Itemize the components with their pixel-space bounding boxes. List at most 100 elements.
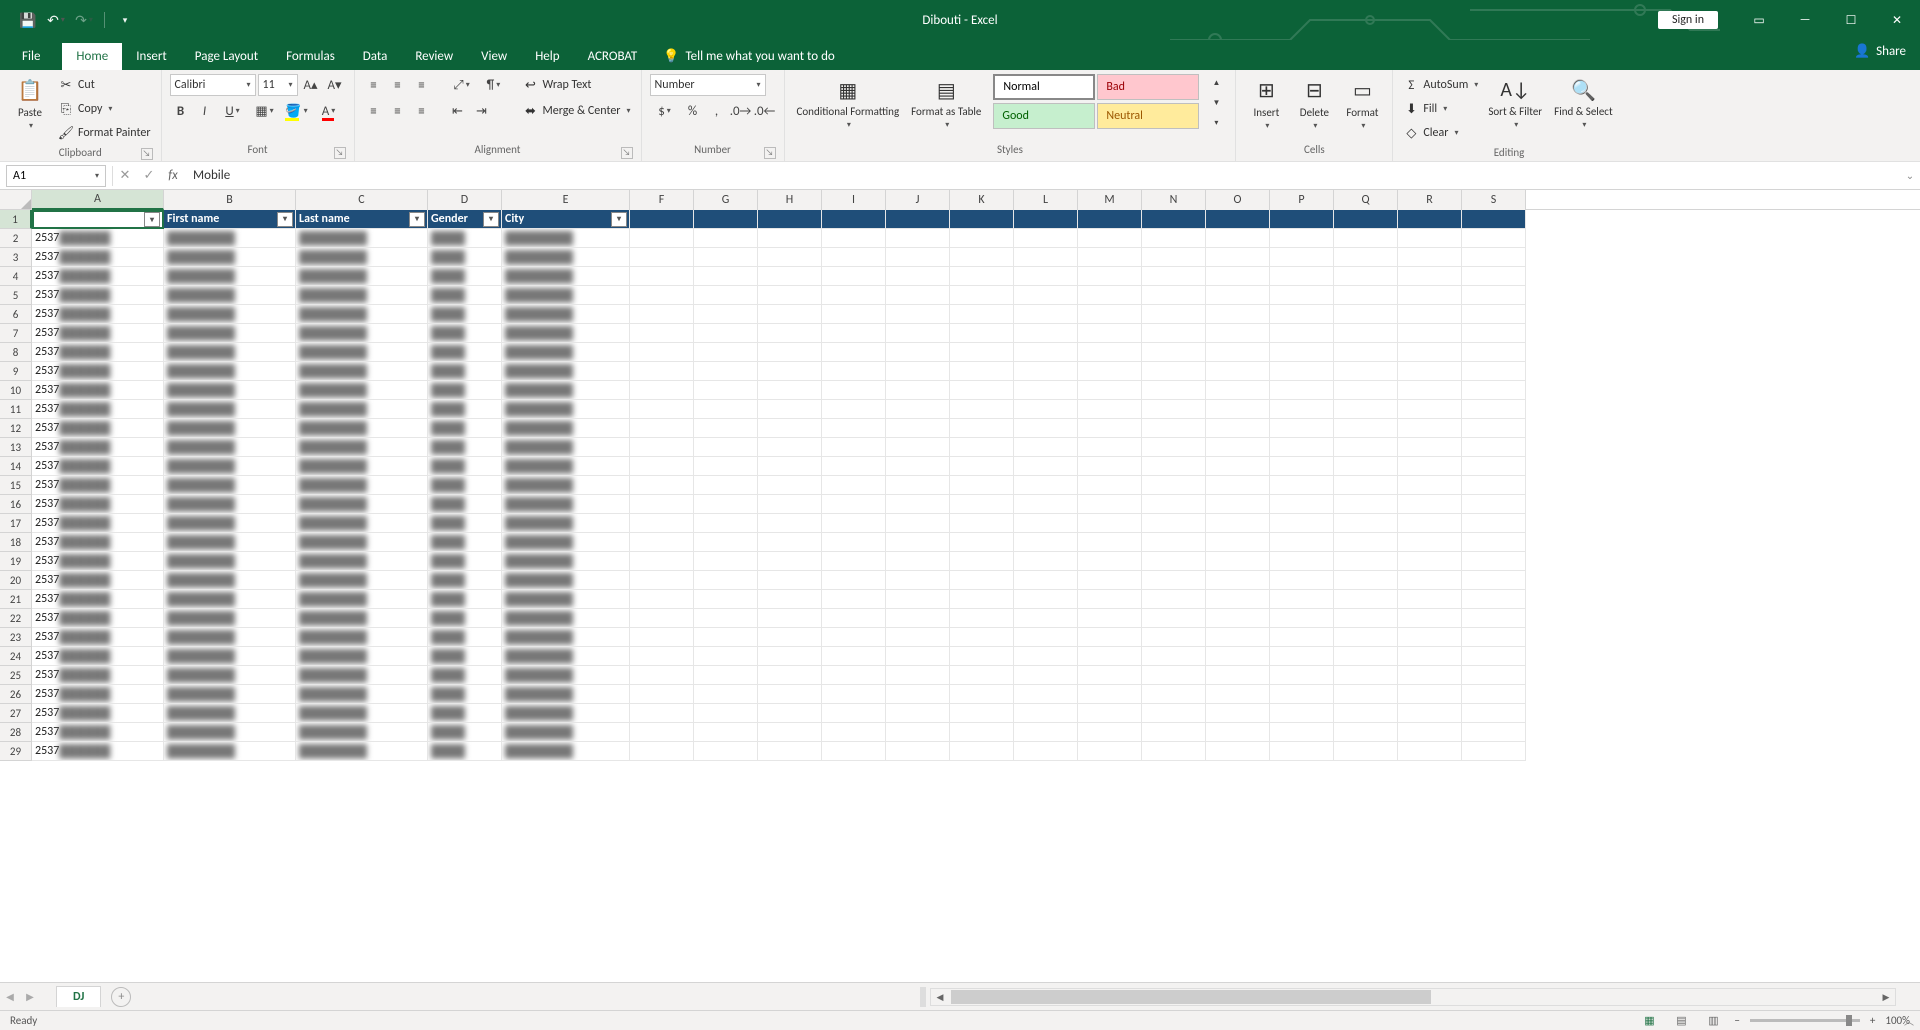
cell[interactable] <box>1078 419 1142 438</box>
cell[interactable] <box>1462 362 1526 381</box>
cell[interactable] <box>1142 248 1206 267</box>
row-header[interactable]: 4 <box>0 267 32 286</box>
comma-format-icon[interactable]: , <box>706 100 728 122</box>
paste-button[interactable]: 📋 Paste ▾ <box>8 74 52 133</box>
format-cells-button[interactable]: ▭Format▾ <box>1340 74 1384 133</box>
cell[interactable] <box>1206 457 1270 476</box>
collapse-ribbon-icon[interactable]: ︿ <box>1904 1013 1914 1028</box>
cancel-formula-icon[interactable]: ✕ <box>113 165 137 187</box>
cell[interactable]: ████████ <box>164 723 296 742</box>
cell[interactable]: ████████ <box>502 286 630 305</box>
cell[interactable] <box>886 324 950 343</box>
cell[interactable]: 2537██████ <box>32 324 164 343</box>
cell[interactable]: ████ <box>428 647 502 666</box>
cell[interactable] <box>1206 419 1270 438</box>
column-header-D[interactable]: D <box>428 190 502 210</box>
cell[interactable] <box>1334 229 1398 248</box>
cell[interactable] <box>886 552 950 571</box>
cell[interactable] <box>1078 210 1142 229</box>
cell[interactable] <box>630 685 694 704</box>
cell[interactable] <box>950 419 1014 438</box>
cell[interactable] <box>1014 495 1078 514</box>
cell[interactable] <box>1270 666 1334 685</box>
qat-customize-icon[interactable]: ▾ <box>117 12 133 28</box>
cell[interactable]: ████████ <box>502 419 630 438</box>
cell[interactable] <box>1206 742 1270 761</box>
cell[interactable] <box>1334 362 1398 381</box>
insert-function-icon[interactable]: fx <box>161 165 185 187</box>
cell[interactable]: ████████ <box>296 457 428 476</box>
cell[interactable] <box>822 666 886 685</box>
column-header-E[interactable]: E <box>502 190 630 210</box>
cell[interactable] <box>1206 324 1270 343</box>
cell[interactable] <box>1334 343 1398 362</box>
cell[interactable] <box>694 666 758 685</box>
cell[interactable]: ████████ <box>164 514 296 533</box>
cell[interactable] <box>1142 362 1206 381</box>
cell[interactable]: ████████ <box>296 533 428 552</box>
row-header[interactable]: 28 <box>0 723 32 742</box>
cell[interactable] <box>1270 400 1334 419</box>
cell[interactable] <box>822 419 886 438</box>
cell[interactable] <box>886 343 950 362</box>
cell[interactable] <box>630 628 694 647</box>
cell[interactable] <box>630 742 694 761</box>
cell[interactable]: 2537██████ <box>32 381 164 400</box>
cell[interactable]: ████████ <box>296 381 428 400</box>
column-header-A[interactable]: A <box>32 190 164 210</box>
cell[interactable] <box>1142 533 1206 552</box>
cell[interactable] <box>950 628 1014 647</box>
cell[interactable] <box>1078 685 1142 704</box>
copy-button[interactable]: ⎘Copy▾ <box>56 98 153 120</box>
cell[interactable] <box>694 248 758 267</box>
cell[interactable] <box>950 704 1014 723</box>
cell[interactable] <box>1078 248 1142 267</box>
cell[interactable]: 2537██████ <box>32 590 164 609</box>
cell[interactable]: ████████ <box>296 552 428 571</box>
cell[interactable] <box>758 267 822 286</box>
cell[interactable] <box>1142 438 1206 457</box>
cell[interactable] <box>630 343 694 362</box>
cell[interactable]: ████████ <box>296 571 428 590</box>
decrease-indent-icon[interactable]: ⇤ <box>447 100 469 122</box>
cell[interactable] <box>630 590 694 609</box>
cell[interactable] <box>1462 495 1526 514</box>
cell[interactable] <box>1462 229 1526 248</box>
cell[interactable] <box>758 210 822 229</box>
cell[interactable] <box>886 476 950 495</box>
cell[interactable] <box>1398 267 1462 286</box>
cell[interactable] <box>758 381 822 400</box>
accounting-format-icon[interactable]: $▾ <box>650 100 680 122</box>
cell[interactable]: 2537██████ <box>32 495 164 514</box>
cell[interactable]: ████████ <box>164 704 296 723</box>
spreadsheet-grid[interactable]: ABCDEFGHIJKLMNOPQRS 1Mobile▾First name▾L… <box>0 190 1920 982</box>
cell[interactable] <box>694 210 758 229</box>
cell[interactable] <box>1334 438 1398 457</box>
cell[interactable] <box>1078 343 1142 362</box>
cell[interactable] <box>1078 324 1142 343</box>
enter-formula-icon[interactable]: ✓ <box>137 165 161 187</box>
cell[interactable] <box>1142 305 1206 324</box>
cell[interactable] <box>1014 742 1078 761</box>
cell[interactable]: ████████ <box>502 742 630 761</box>
cell[interactable]: ████ <box>428 286 502 305</box>
cell[interactable]: ████████ <box>502 362 630 381</box>
cell[interactable]: 2537██████ <box>32 647 164 666</box>
cell[interactable] <box>1462 742 1526 761</box>
decrease-decimal-icon[interactable]: .0← <box>754 100 776 122</box>
cell[interactable] <box>822 248 886 267</box>
cell[interactable] <box>822 476 886 495</box>
sign-in-button[interactable]: Sign in <box>1658 11 1718 29</box>
wrap-text-button[interactable]: ↩Wrap Text <box>521 74 633 96</box>
cell[interactable] <box>950 666 1014 685</box>
cell[interactable] <box>1334 305 1398 324</box>
decrease-font-icon[interactable]: A▾ <box>324 74 346 96</box>
row-header[interactable]: 1 <box>0 210 32 229</box>
cell[interactable] <box>1462 324 1526 343</box>
cell[interactable]: ████████ <box>164 229 296 248</box>
cell[interactable]: 2537██████ <box>32 571 164 590</box>
cell[interactable] <box>1334 647 1398 666</box>
cell[interactable] <box>1398 533 1462 552</box>
column-header-F[interactable]: F <box>630 190 694 210</box>
cell[interactable] <box>1014 324 1078 343</box>
